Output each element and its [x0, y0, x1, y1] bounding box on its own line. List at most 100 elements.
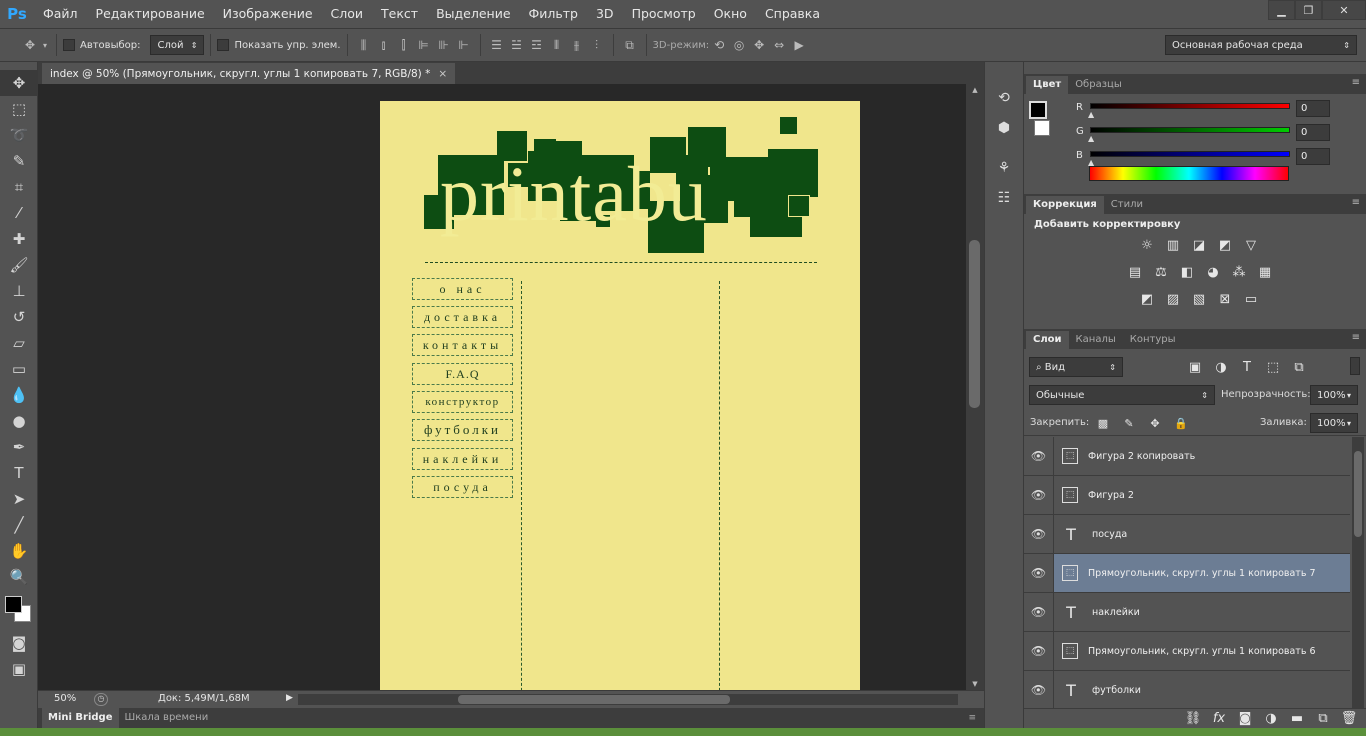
visibility-eye-icon[interactable]: 👁	[1024, 554, 1054, 592]
distribute-top-icon[interactable]: ☰	[487, 35, 507, 55]
blur-tool-icon[interactable]: 💧	[0, 382, 38, 408]
menu-type[interactable]: Текст	[372, 0, 427, 28]
menu-edit[interactable]: Редактирование	[87, 0, 214, 28]
status-menu-arrow-icon[interactable]: ▶	[286, 693, 293, 703]
new-layer-icon[interactable]: ⧉	[1312, 708, 1334, 730]
menu-view[interactable]: Просмотр	[623, 0, 705, 28]
gradient-tool-icon[interactable]: ▭	[0, 356, 38, 382]
channel-mixer-icon[interactable]: ⁂	[1228, 261, 1250, 283]
link-layers-icon[interactable]: ⛓	[1182, 708, 1204, 730]
hue-saturation-icon[interactable]: ▤	[1124, 261, 1146, 283]
canvas-area[interactable]: printabu о нас доставка контакты F.A.Q к…	[38, 84, 966, 690]
blend-mode-select[interactable]: Обычные ⇕	[1029, 385, 1215, 405]
panel-menu-icon[interactable]: ≡	[1352, 197, 1360, 208]
layer-name-area[interactable]: ⬚ Фигура 2	[1054, 476, 1350, 514]
filter-shape-icon[interactable]: ⬚	[1262, 356, 1284, 378]
move-tool-icon[interactable]: ✥	[0, 70, 38, 96]
close-button[interactable]: ✕	[1322, 0, 1366, 20]
history-icon[interactable]: ⟲	[990, 86, 1018, 110]
brightness-icon[interactable]: ☼	[1136, 234, 1158, 256]
scroll-up-icon[interactable]: ▲	[966, 86, 984, 94]
tab-layers[interactable]: Слои	[1026, 331, 1069, 349]
blue-value[interactable]: 0	[1296, 148, 1330, 165]
horizontal-scroll-thumb[interactable]	[458, 695, 730, 704]
levels-icon[interactable]: ▥	[1162, 234, 1184, 256]
align-vcenter-icon[interactable]: ⫾	[374, 35, 394, 55]
color-swatches[interactable]	[0, 590, 37, 630]
layer-filter-select[interactable]: ⌕ Вид ⇕	[1029, 357, 1123, 377]
lasso-tool-icon[interactable]: ➰	[0, 122, 38, 148]
3d-slide-icon[interactable]: ⇔	[769, 35, 789, 55]
layer-row[interactable]: 👁 ⬚ Прямоугольник, скругл. углы 1 копиро…	[1024, 632, 1350, 671]
visibility-eye-icon[interactable]: 👁	[1024, 671, 1054, 709]
color-lookup-icon[interactable]: ▦	[1254, 261, 1276, 283]
align-hcenter-icon[interactable]: ⊪	[434, 35, 454, 55]
crop-tool-icon[interactable]: ⌗	[0, 174, 38, 200]
selective-color-icon[interactable]: ⊠	[1214, 288, 1236, 310]
filter-type-icon[interactable]: T	[1236, 356, 1258, 378]
properties-icon[interactable]: ☷	[990, 186, 1018, 210]
layer-name-area[interactable]: ⬚ Прямоугольник, скругл. углы 1 копирова…	[1054, 632, 1350, 670]
chevron-down-icon[interactable]: ▾	[40, 35, 50, 55]
show-transform-checkbox[interactable]	[217, 39, 230, 51]
lock-transparency-icon[interactable]: ▩	[1092, 412, 1114, 434]
history-brush-tool-icon[interactable]: ↺	[0, 304, 38, 330]
quick-select-tool-icon[interactable]: ✎	[0, 148, 38, 174]
green-slider[interactable]: G ▲ 0	[1074, 124, 1364, 143]
line-tool-icon[interactable]: ╱	[0, 512, 38, 538]
move-tool-preset-icon[interactable]: ✥	[20, 35, 40, 55]
align-right-icon[interactable]: ⊩	[454, 35, 474, 55]
stamp-tool-icon[interactable]: ⊥	[0, 278, 38, 304]
red-slider[interactable]: R ▲ 0	[1074, 100, 1364, 119]
tab-timeline[interactable]: Шкала времени	[119, 708, 215, 728]
delete-layer-icon[interactable]: 🗑	[1338, 708, 1360, 730]
opacity-field[interactable]: 100% ▾	[1310, 385, 1358, 405]
brush-presets-icon[interactable]: ⚘	[990, 156, 1018, 180]
menu-help[interactable]: Справка	[756, 0, 829, 28]
green-bar[interactable]	[1090, 127, 1290, 133]
panel-menu-icon[interactable]: ≡	[1352, 77, 1360, 88]
3d-pan-icon[interactable]: ✥	[749, 35, 769, 55]
green-value[interactable]: 0	[1296, 124, 1330, 141]
visibility-eye-icon[interactable]: 👁	[1024, 437, 1054, 475]
layers-scrollbar[interactable]	[1352, 437, 1364, 723]
menu-layers[interactable]: Слои	[322, 0, 373, 28]
exposure-icon[interactable]: ◩	[1214, 234, 1236, 256]
align-top-icon[interactable]: ⫼	[354, 35, 374, 55]
blue-slider[interactable]: B ▲ 0	[1074, 148, 1364, 167]
visibility-eye-icon[interactable]: 👁	[1024, 515, 1054, 553]
curves-icon[interactable]: ◪	[1188, 234, 1210, 256]
distribute-bottom-icon[interactable]: ☲	[527, 35, 547, 55]
tab-adjustments[interactable]: Коррекция	[1026, 196, 1104, 214]
vertical-scrollbar[interactable]: ▲ ▼	[966, 84, 984, 690]
fill-field[interactable]: 100% ▾	[1310, 413, 1358, 433]
distribute-left-icon[interactable]: ⫴	[547, 35, 567, 55]
layer-row-selected[interactable]: 👁 ⬚ Прямоугольник, скругл. углы 1 копиро…	[1024, 554, 1350, 593]
visibility-eye-icon[interactable]: 👁	[1024, 632, 1054, 670]
tab-color[interactable]: Цвет	[1026, 76, 1069, 94]
filter-toggle[interactable]	[1350, 357, 1360, 375]
brush-tool-icon[interactable]: 🖌	[0, 252, 38, 278]
eraser-tool-icon[interactable]: ▱	[0, 330, 38, 356]
color-spectrum[interactable]	[1089, 166, 1289, 181]
slider-knob-icon[interactable]: ▲	[1088, 110, 1094, 119]
lock-all-icon[interactable]: 🔒	[1170, 412, 1192, 434]
hand-tool-icon[interactable]: ✋	[0, 538, 38, 564]
align-left-icon[interactable]: ⊫	[414, 35, 434, 55]
menu-image[interactable]: Изображение	[214, 0, 322, 28]
tab-channels[interactable]: Каналы	[1069, 331, 1123, 349]
scroll-down-icon[interactable]: ▼	[966, 680, 984, 688]
layer-name-area[interactable]: T наклейки	[1054, 593, 1350, 631]
layer-row[interactable]: 👁 T футболки	[1024, 671, 1350, 710]
quick-mask-icon[interactable]: ◙	[0, 630, 38, 656]
filter-pixel-icon[interactable]: ▣	[1184, 356, 1206, 378]
distribute-right-icon[interactable]: ⫶	[587, 35, 607, 55]
align-bottom-icon[interactable]: ⫿	[394, 35, 414, 55]
layer-row[interactable]: 👁 T наклейки	[1024, 593, 1350, 632]
layer-row[interactable]: 👁 ⬚ Фигура 2 копировать	[1024, 437, 1350, 476]
workspace-select[interactable]: Основная рабочая среда ⇕	[1165, 35, 1357, 55]
pen-tool-icon[interactable]: ✒	[0, 434, 38, 460]
menu-filter[interactable]: Фильтр	[520, 0, 587, 28]
layer-mask-icon[interactable]: ◙	[1234, 708, 1256, 730]
tab-swatches[interactable]: Образцы	[1068, 76, 1129, 94]
